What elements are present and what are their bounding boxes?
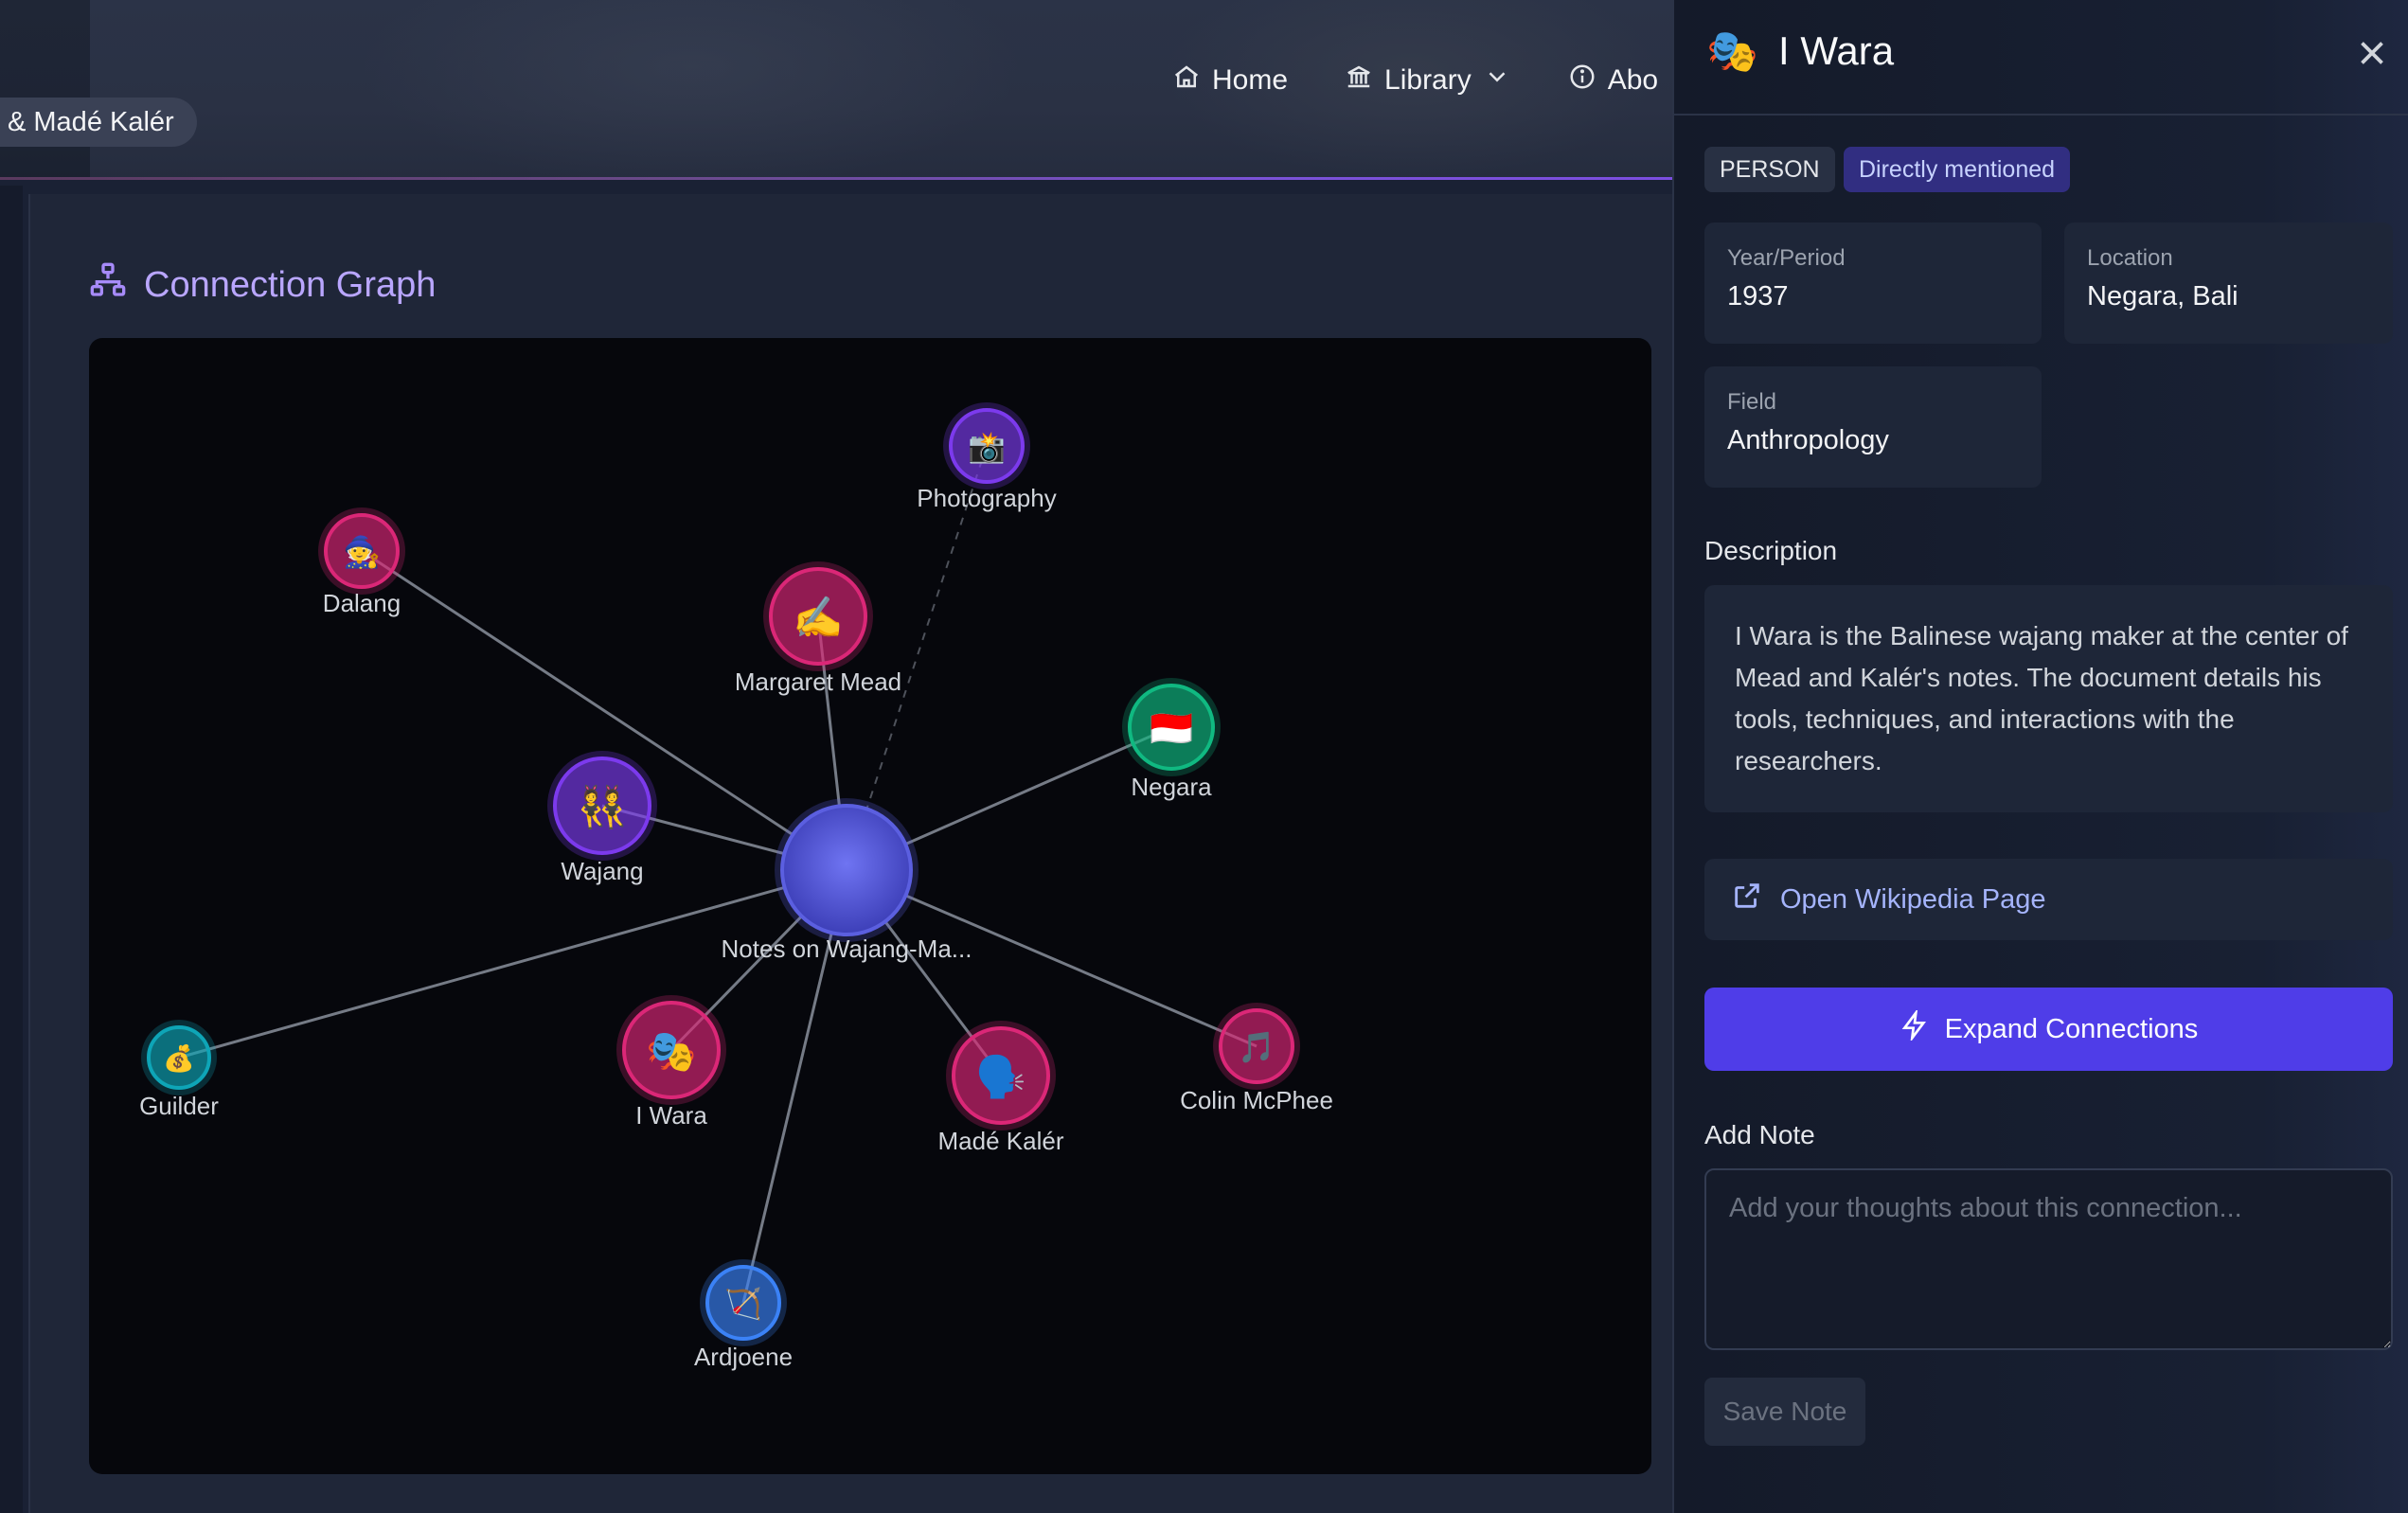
- node-label-margaret: Margaret Mead: [735, 668, 901, 696]
- node-icon-colin: 🎵: [1238, 1030, 1275, 1064]
- node-label-ardjoene: Ardjoene: [694, 1343, 793, 1371]
- node-circle: [780, 804, 913, 936]
- theater-masks-icon: 🎭: [1706, 28, 1758, 75]
- close-icon: [2361, 42, 2383, 64]
- field-value: Anthropology: [1727, 425, 1889, 455]
- nav-library-label: Library: [1384, 64, 1472, 96]
- field-label: Field: [1727, 389, 1777, 415]
- breadcrumb-text: & Madé Kalér: [8, 106, 174, 137]
- node-label-dalang: Dalang: [323, 589, 401, 617]
- mention-badge: Directly mentioned: [1844, 147, 2071, 192]
- graph-node-dalang[interactable]: 🧙 Dalang: [318, 507, 405, 617]
- graph-edge-guilder: [178, 868, 847, 1059]
- panel-heading: Connection Graph: [89, 261, 436, 309]
- lightning-icon: [1900, 1007, 1930, 1048]
- graph-svg[interactable]: Notes on Wajang-Ma... 📸 Photography 🧙 Dalang…: [89, 338, 1651, 1474]
- breadcrumb[interactable]: & Madé Kalér: [0, 98, 197, 147]
- chevron-down-icon: [1483, 62, 1511, 98]
- node-icon-dalang: 🧙: [343, 535, 381, 569]
- graph-canvas[interactable]: Notes on Wajang-Ma... 📸 Photography 🧙 Dalang…: [89, 338, 1651, 1474]
- nav-home-label: Home: [1212, 64, 1289, 96]
- banner-shade: [0, 0, 90, 180]
- location-card: Location Negara, Bali: [2064, 222, 2393, 344]
- library-icon: [1345, 62, 1373, 98]
- graph-node-center[interactable]: Notes on Wajang-Ma...: [722, 798, 972, 963]
- info-icon: [1568, 62, 1596, 98]
- wiki-label: Open Wikipedia Page: [1780, 883, 2046, 915]
- graph-node-guilder[interactable]: 💰 Guilder: [139, 1020, 219, 1120]
- header-accent-line: [0, 177, 1672, 180]
- year-card: Year/Period 1937: [1704, 222, 2042, 344]
- node-label-photography: Photography: [917, 484, 1056, 512]
- drawer-title: I Wara: [1778, 28, 1895, 73]
- graph-node-ardjoene[interactable]: 🏹 Ardjoene: [694, 1259, 793, 1371]
- year-label: Year/Period: [1727, 245, 1846, 271]
- node-icon-negara: 🇮🇩: [1150, 709, 1193, 748]
- graph-node-photography[interactable]: 📸 Photography: [917, 402, 1057, 512]
- nav-home[interactable]: Home: [1172, 62, 1288, 98]
- description-text: I Wara is the Balinese wajang maker at t…: [1704, 585, 2393, 812]
- nav-about[interactable]: Abo: [1568, 62, 1658, 98]
- node-label-guilder: Guilder: [139, 1092, 219, 1120]
- graph-node-made[interactable]: 🗣️ Madé Kalér: [938, 1021, 1064, 1155]
- nav-about-label: Abo: [1607, 64, 1659, 96]
- graph-node-margaret[interactable]: ✍️ Margaret Mead: [735, 561, 901, 696]
- description-label: Description: [1704, 536, 1838, 565]
- node-icon-wajang: 👯: [577, 784, 628, 830]
- home-icon: [1172, 62, 1201, 98]
- type-badge: PERSON: [1704, 147, 1835, 192]
- node-icon-margaret: ✍️: [793, 596, 844, 641]
- graph-node-iwara[interactable]: 🎭 I Wara: [616, 995, 726, 1130]
- node-icon-iwara: 🎭: [646, 1029, 697, 1075]
- node-label-negara: Negara: [1131, 773, 1212, 801]
- node-icon-made: 🗣️: [975, 1054, 1026, 1100]
- external-link-icon: [1731, 880, 1763, 919]
- banner-decoration: [360, 0, 1023, 180]
- year-value: 1937: [1727, 281, 1789, 312]
- graph-node-colin[interactable]: 🎵 Colin McPhee: [1180, 1003, 1333, 1114]
- graph-node-negara[interactable]: 🇮🇩 Negara: [1122, 678, 1221, 801]
- close-button[interactable]: [2355, 36, 2389, 70]
- node-label-center: Notes on Wajang-Ma...: [722, 934, 972, 963]
- location-value: Negara, Bali: [2087, 281, 2239, 312]
- node-icon-photography: 📸: [968, 430, 1006, 464]
- node-label-wajang: Wajang: [561, 857, 643, 885]
- location-label: Location: [2087, 245, 2173, 271]
- top-nav: Home Library Abo: [1172, 62, 1658, 98]
- expand-connections-button[interactable]: Expand Connections: [1704, 988, 2393, 1071]
- network-icon: [89, 261, 127, 309]
- node-label-iwara: I Wara: [635, 1101, 707, 1130]
- panel-title: Connection Graph: [144, 264, 437, 305]
- node-icon-guilder: 💰: [163, 1043, 195, 1074]
- add-note-label: Add Note: [1704, 1120, 1815, 1149]
- save-note-button[interactable]: Save Note: [1704, 1378, 1865, 1446]
- expand-label: Expand Connections: [1944, 1013, 2199, 1044]
- drawer-header: 🎭 I Wara: [1674, 0, 2408, 116]
- graph-node-wajang[interactable]: 👯 Wajang: [547, 751, 657, 885]
- detail-drawer: 🎭 I Wara PERSON Directly mentioned Year/…: [1672, 0, 2408, 1513]
- note-textarea[interactable]: [1704, 1168, 2393, 1350]
- node-label-colin: Colin McPhee: [1180, 1086, 1333, 1114]
- node-icon-ardjoene: 🏹: [724, 1287, 762, 1322]
- nav-library[interactable]: Library: [1345, 62, 1511, 98]
- field-card: Field Anthropology: [1704, 366, 2042, 488]
- node-label-made: Madé Kalér: [938, 1127, 1064, 1155]
- open-wikipedia-button[interactable]: Open Wikipedia Page: [1704, 859, 2393, 940]
- left-scroll-strip: [0, 186, 23, 1513]
